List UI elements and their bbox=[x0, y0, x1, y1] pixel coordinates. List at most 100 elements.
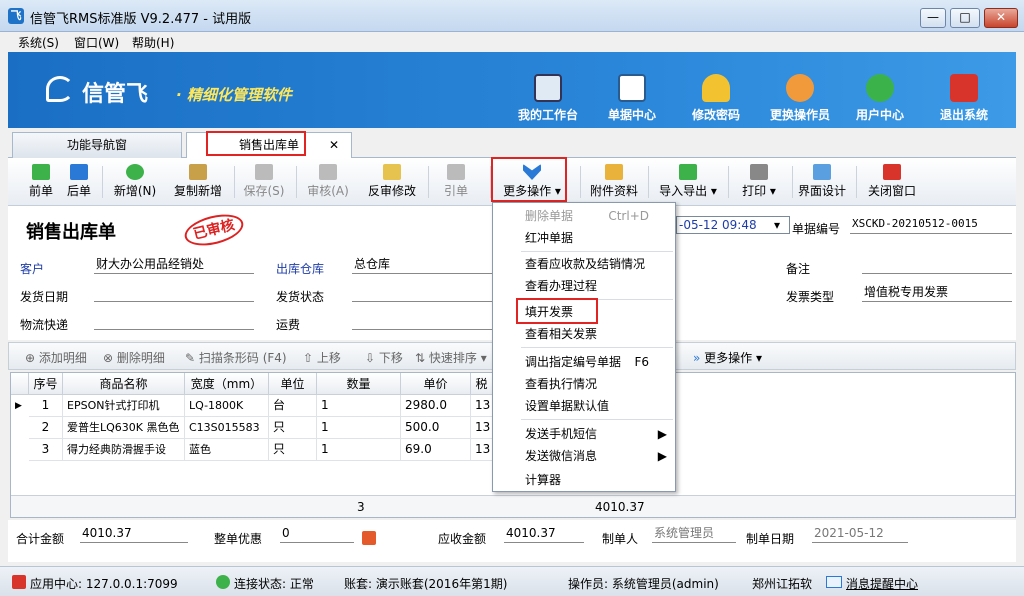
document-icon bbox=[447, 164, 465, 180]
check-icon bbox=[319, 164, 337, 180]
add-detail-button[interactable]: ⊕ 添加明细 bbox=[25, 349, 87, 366]
scan-barcode-button[interactable]: ✎ 扫描条形码 (F4) bbox=[185, 349, 287, 366]
menu-item-view-invoices[interactable]: 查看相关发票 bbox=[493, 323, 675, 345]
toolbar-separator bbox=[580, 166, 581, 198]
prev-bill-button[interactable]: 前单 bbox=[26, 164, 56, 202]
save-button[interactable]: 保存(S) bbox=[242, 164, 286, 202]
change-password-button[interactable]: 修改密码 bbox=[676, 74, 756, 126]
col-header-unit[interactable]: 单位 bbox=[269, 373, 317, 395]
remark-field[interactable] bbox=[862, 256, 1012, 274]
scan-barcode-label: 扫描条形码 (F4) bbox=[198, 351, 287, 365]
cell-no: 1 bbox=[29, 395, 63, 417]
user-icon bbox=[786, 74, 814, 102]
highlight-more-actions bbox=[491, 157, 567, 202]
banner: 信管飞 · 精细化管理软件 我的工作台 单据中心 修改密码 更换操作员 用户中心… bbox=[8, 52, 1016, 128]
exit-system-button[interactable]: 退出系统 bbox=[924, 74, 1004, 126]
connection-status: 连接状态: 正常 bbox=[234, 577, 314, 591]
user-center-button[interactable]: 用户中心 bbox=[840, 74, 920, 126]
toolbar-separator bbox=[102, 166, 103, 198]
cell-spec: C13S015583 bbox=[185, 417, 269, 439]
freight-field[interactable] bbox=[352, 312, 498, 330]
attachments-button[interactable]: 附件资料 bbox=[586, 164, 642, 202]
delete-detail-button[interactable]: ⊗ 删除明细 bbox=[103, 349, 165, 366]
menu-item-send-sms[interactable]: 发送手机短信 ▶ bbox=[493, 423, 675, 445]
move-down-button[interactable]: ⇩ 下移 bbox=[365, 349, 403, 366]
discount-field[interactable]: 0 bbox=[280, 525, 354, 543]
close-window-button[interactable]: 关闭窗口 bbox=[862, 164, 922, 202]
close-button[interactable]: ✕ bbox=[984, 8, 1018, 28]
cell-unit: 只 bbox=[269, 439, 317, 461]
menu-item-view-execution[interactable]: 查看执行情况 bbox=[493, 373, 675, 395]
menu-item-load-by-number[interactable]: 调出指定编号单据 F6 bbox=[493, 351, 675, 373]
bill-no-field[interactable]: XSCKD-20210512-0015 bbox=[850, 216, 1012, 234]
print-button[interactable]: 打印 ▾ bbox=[734, 164, 784, 202]
unapprove-button[interactable]: 反审修改 bbox=[364, 164, 420, 202]
add-detail-label: 添加明细 bbox=[38, 351, 87, 365]
ship-status-field[interactable] bbox=[352, 284, 498, 302]
detail-more-button[interactable]: » 更多操作 ▾ bbox=[693, 349, 762, 366]
bill-center-button[interactable]: 单据中心 bbox=[592, 74, 672, 126]
col-header-tax[interactable]: 税 bbox=[471, 373, 493, 395]
quick-sort-button[interactable]: ⇅ 快速排序 ▾ bbox=[415, 349, 487, 366]
warehouse-field[interactable]: 总仓库 bbox=[352, 256, 498, 274]
message-center-link[interactable]: 消息提醒中心 bbox=[846, 575, 918, 592]
import-export-button[interactable]: 导入导出 ▾ bbox=[652, 164, 724, 202]
menu-item-delete-bill[interactable]: 删除单据 Ctrl+D bbox=[493, 205, 675, 227]
app-center-icon bbox=[12, 575, 26, 589]
logistics-field[interactable] bbox=[94, 312, 254, 330]
invoice-type-field[interactable]: 增值税专用发票 bbox=[862, 284, 1012, 302]
menu-item-view-receivables[interactable]: 查看应收款及结销情况 bbox=[493, 253, 675, 275]
ship-status-label: 发货状态 bbox=[276, 290, 325, 304]
col-header-no[interactable]: 序号 bbox=[29, 373, 63, 395]
toolbar-separator bbox=[234, 166, 235, 198]
customer-field[interactable]: 财大办公用品经销处 bbox=[94, 256, 254, 274]
date-field[interactable]: -05-12 09:48 bbox=[676, 216, 790, 234]
ui-design-label: 界面设计 bbox=[797, 184, 846, 198]
calculator-icon[interactable] bbox=[362, 531, 376, 545]
toolbar-separator bbox=[856, 166, 857, 198]
sum-amount: 4010.37 bbox=[595, 500, 645, 514]
menu-item-set-defaults[interactable]: 设置单据默认值 bbox=[493, 395, 675, 417]
new-button[interactable]: 新增(N) bbox=[112, 164, 158, 202]
switch-operator-button[interactable]: 更换操作员 bbox=[760, 74, 840, 126]
grid-indicator-header bbox=[11, 373, 29, 395]
toolbar-separator bbox=[428, 166, 429, 198]
col-header-qty[interactable]: 数量 bbox=[317, 373, 401, 395]
logistics-label: 物流快递 bbox=[20, 318, 69, 332]
menu-item-view-process[interactable]: 查看办理过程 bbox=[493, 275, 675, 297]
copy-new-button[interactable]: 复制新增 bbox=[170, 164, 226, 202]
col-header-name[interactable]: 商品名称 bbox=[63, 373, 185, 395]
invoice-type-label: 发票类型 bbox=[786, 290, 835, 304]
menu-help[interactable]: 帮助(H) bbox=[132, 34, 174, 51]
approve-button[interactable]: 审核(A) bbox=[304, 164, 352, 202]
toolbar-separator bbox=[296, 166, 297, 198]
col-header-price[interactable]: 单价 bbox=[401, 373, 471, 395]
menu-item-red-reversal[interactable]: 红冲单据 bbox=[493, 227, 675, 249]
col-header-spec[interactable]: 宽度（mm） bbox=[185, 373, 269, 395]
ui-design-button[interactable]: 界面设计 bbox=[796, 164, 848, 202]
menu-system[interactable]: 系统(S) bbox=[18, 34, 59, 51]
next-bill-button[interactable]: 后单 bbox=[64, 164, 94, 202]
ship-date-field[interactable] bbox=[94, 284, 254, 302]
cell-price: 2980.0 bbox=[401, 395, 471, 417]
import-bill-button[interactable]: 引单 bbox=[436, 164, 476, 202]
total-label: 合计金额 bbox=[16, 532, 65, 546]
move-up-button[interactable]: ⇧ 上移 bbox=[303, 349, 341, 366]
edit-icon bbox=[383, 164, 401, 180]
menu-window[interactable]: 窗口(W) bbox=[74, 34, 119, 51]
maximize-button[interactable]: □ bbox=[950, 8, 980, 28]
next-bill-label: 后单 bbox=[66, 184, 91, 198]
sum-qty: 3 bbox=[357, 500, 365, 514]
workbench-button[interactable]: 我的工作台 bbox=[508, 74, 588, 126]
highlight-tab bbox=[206, 131, 306, 156]
make-date-field: 2021-05-12 bbox=[812, 525, 908, 543]
tab-function-nav[interactable]: 功能导航窗 bbox=[12, 132, 182, 158]
monitor-icon bbox=[534, 74, 562, 102]
menu-item-label: 计算器 bbox=[525, 473, 562, 487]
menu-item-send-wechat[interactable]: 发送微信消息 ▶ bbox=[493, 445, 675, 467]
minimize-button[interactable]: — bbox=[920, 8, 946, 28]
menu-item-calculator[interactable]: 计算器 bbox=[493, 469, 675, 491]
cell-qty: 1 bbox=[317, 417, 401, 439]
chevron-down-icon[interactable]: ▾ bbox=[774, 218, 780, 232]
tab-close-icon[interactable]: ✕ bbox=[329, 133, 339, 157]
